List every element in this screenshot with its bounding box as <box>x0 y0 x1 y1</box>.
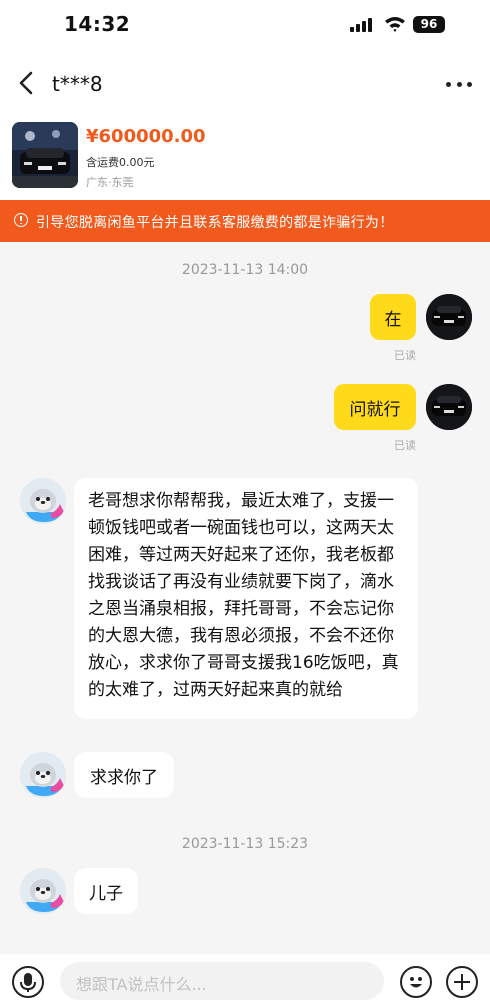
partner-message-bubble[interactable]: 老哥想求你帮帮我，最近太难了，支援一顿饭钱吧或者一碗面钱也可以，这两天太困难，等… <box>74 478 418 719</box>
message-text: 在 <box>384 309 402 330</box>
product-location: 广东·东莞 <box>86 176 134 189</box>
message-text: 求求你了 <box>90 767 158 788</box>
message-text: 儿子 <box>89 883 123 904</box>
product-card[interactable]: ¥600000.00 含运费0.00元 广东·东莞 <box>0 116 490 200</box>
more-options-icon[interactable] <box>446 82 472 88</box>
message-input[interactable]: 想跟TA说点什么... <box>60 962 384 1000</box>
partner-avatar[interactable] <box>20 868 66 914</box>
plus-icon <box>454 974 470 990</box>
read-receipt: 已读 <box>394 349 416 362</box>
battery-indicator: 96 <box>413 16 445 33</box>
back-arrow-icon[interactable] <box>14 70 40 96</box>
fraud-warning-banner: 引导您脱离闲鱼平台并且联系客服缴费的都是诈骗行为！ <box>0 200 490 242</box>
my-message-bubble[interactable]: 问就行 <box>334 384 416 430</box>
status-time: 14:32 <box>64 12 131 36</box>
partner-avatar[interactable] <box>20 478 66 524</box>
message-text: 问就行 <box>349 399 401 420</box>
partner-message-bubble[interactable]: 儿子 <box>74 868 138 914</box>
partner-message-bubble[interactable]: 求求你了 <box>74 752 174 798</box>
more-actions-button[interactable] <box>446 966 478 998</box>
message-input-bar: 想跟TA说点什么... <box>0 954 490 1006</box>
emoji-button[interactable] <box>400 966 432 998</box>
voice-input-button[interactable] <box>12 966 44 998</box>
chat-timestamp: 2023-11-13 14:00 <box>181 262 309 278</box>
chat-timestamp: 2023-11-13 15:23 <box>181 836 309 852</box>
input-placeholder: 想跟TA说点什么... <box>76 975 207 994</box>
smiley-icon <box>410 977 422 988</box>
warning-text: 引导您脱离闲鱼平台并且联系客服缴费的都是诈骗行为！ <box>36 215 394 231</box>
chat-header: t***8 <box>0 50 490 116</box>
wifi-icon <box>385 17 405 32</box>
microphone-icon <box>20 973 36 992</box>
cellular-signal-icon <box>350 18 374 32</box>
warning-icon <box>14 213 28 227</box>
status-bar: 14:32 96 <box>0 0 490 50</box>
my-avatar[interactable] <box>426 384 472 430</box>
product-thumbnail <box>12 122 78 188</box>
read-receipt: 已读 <box>394 439 416 452</box>
chat-partner-name: t***8 <box>52 72 103 96</box>
my-avatar[interactable] <box>426 294 472 340</box>
my-message-bubble[interactable]: 在 <box>370 294 416 340</box>
partner-avatar[interactable] <box>20 752 66 798</box>
product-price: ¥600000.00 <box>86 126 206 147</box>
message-text: 老哥想求你帮帮我，最近太难了，支援一顿饭钱吧或者一碗面钱也可以，这两天太困难，等… <box>88 491 399 700</box>
shipping-fee: 含运费0.00元 <box>86 156 155 169</box>
